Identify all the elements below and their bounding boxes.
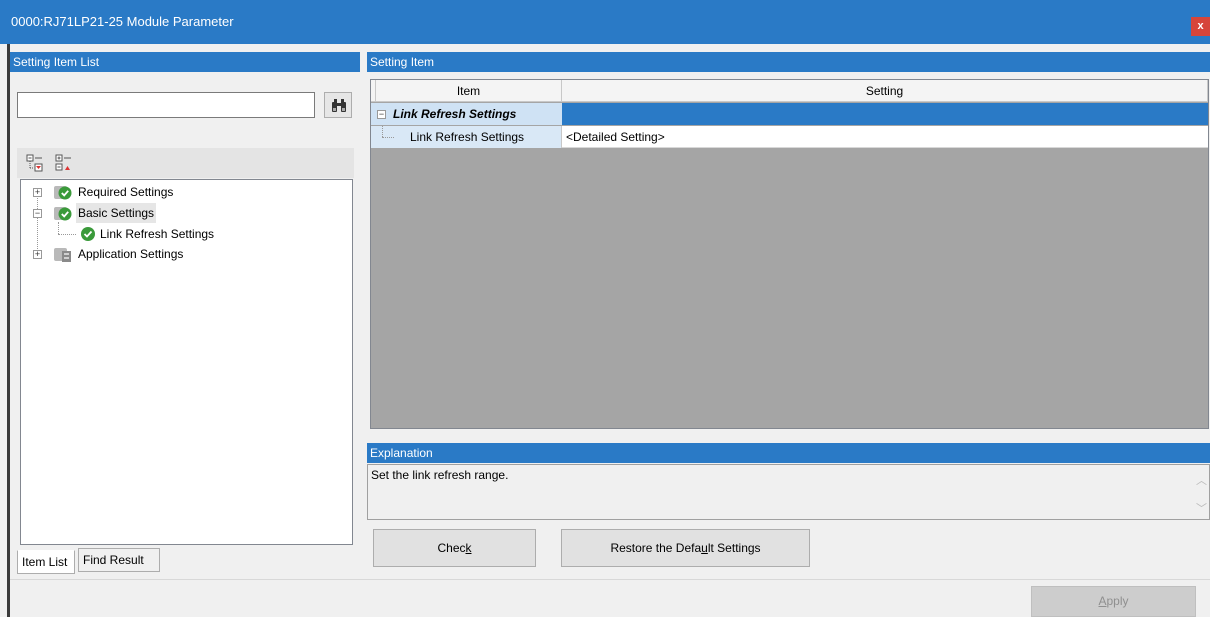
explanation-box: Set the link refresh range. — [367, 464, 1210, 520]
item-cell: Link Refresh Settings — [371, 126, 562, 148]
tree-item-label: Link Refresh Settings — [100, 227, 215, 241]
setting-item-header: Setting Item — [367, 52, 1210, 72]
title-bar: 0000:RJ71LP21-25 Module Parameter x — [0, 0, 1210, 44]
check-folder-icon — [54, 186, 72, 200]
tree-item-label: Basic Settings — [76, 203, 157, 223]
setting-item-list-header: Setting Item List — [10, 52, 360, 72]
mnemonic-key: A — [1098, 594, 1107, 608]
mnemonic-key: k — [465, 541, 472, 555]
button-label: pply — [1106, 594, 1129, 608]
tab-find-result[interactable]: Find Result — [78, 548, 160, 572]
footer-divider — [10, 579, 1210, 580]
expander-button[interactable]: − — [377, 110, 386, 119]
column-header-setting[interactable]: Setting — [562, 80, 1208, 102]
close-button[interactable]: x — [1191, 17, 1210, 36]
expand-all-button[interactable] — [26, 154, 44, 172]
tree-item-label: Required Settings — [78, 185, 174, 199]
item-label: Link Refresh Settings — [410, 130, 525, 144]
expander-button[interactable]: + — [33, 250, 42, 259]
check-folder-icon — [54, 207, 72, 221]
tab-item-list[interactable]: Item List — [17, 550, 75, 574]
tree-connector — [382, 137, 394, 138]
collapse-all-button[interactable] — [55, 154, 73, 172]
collapse-all-icon — [55, 154, 71, 171]
tree-item-basic-settings[interactable]: − Basic Settings — [21, 203, 351, 223]
window-title: 0000:RJ71LP21-25 Module Parameter — [11, 14, 234, 29]
restore-default-settings-button[interactable]: Restore the Default Settings — [561, 529, 810, 567]
scroll-up-icon[interactable]: ︿ — [1196, 472, 1207, 488]
check-circle-icon — [81, 227, 95, 241]
check-button[interactable]: Check — [373, 529, 536, 567]
button-label: lt Settings — [707, 541, 761, 555]
scroll-down-icon[interactable]: ﹀ — [1196, 500, 1207, 516]
explanation-text: Set the link refresh range. — [371, 468, 509, 482]
group-label: Link Refresh Settings — [393, 107, 517, 121]
expander-button[interactable]: + — [33, 188, 42, 197]
column-header-item[interactable]: Item — [376, 80, 562, 102]
grid-row[interactable]: Link Refresh Settings <Detailed Setting> — [371, 126, 1208, 148]
tree-item-application-settings[interactable]: + Application Settings — [21, 244, 351, 264]
expand-all-icon — [26, 154, 43, 172]
tree-connector — [382, 126, 383, 137]
button-label: Chec — [437, 541, 466, 555]
detailed-setting-cell[interactable]: <Detailed Setting> — [566, 126, 665, 148]
mnemonic-key: u — [701, 541, 708, 555]
folder-gear-icon — [54, 248, 71, 262]
expander-button[interactable]: − — [33, 209, 42, 218]
tree-item-link-refresh-settings[interactable]: Link Refresh Settings — [21, 224, 351, 244]
binoculars-icon — [332, 99, 346, 112]
window-left-border — [7, 44, 10, 617]
group-cell: − Link Refresh Settings — [371, 103, 562, 125]
explanation-header: Explanation — [367, 443, 1210, 463]
setting-tree: + Required Settings − Basic Settings Lin… — [20, 179, 353, 545]
search-input[interactable] — [17, 92, 315, 118]
search-button[interactable] — [324, 92, 352, 118]
grid-group-row[interactable]: − Link Refresh Settings — [371, 103, 1208, 125]
tree-toolbar — [17, 148, 354, 178]
tree-item-required-settings[interactable]: + Required Settings — [21, 182, 351, 202]
tree-item-label: Application Settings — [78, 247, 184, 261]
apply-button[interactable]: Apply — [1031, 586, 1196, 617]
setting-grid: Item Setting − Link Refresh Settings Lin… — [370, 79, 1209, 429]
button-label: Restore the Defa — [610, 541, 702, 555]
